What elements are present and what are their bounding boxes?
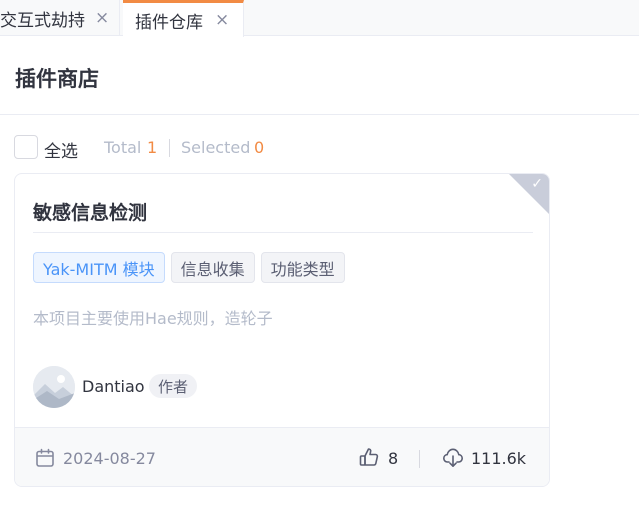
tab-bar: 交互式劫持 × 插件仓库 × xyxy=(0,0,639,37)
select-all-label[interactable]: 全选 xyxy=(44,137,78,162)
plugin-card[interactable]: ✓ 敏感信息检测 Yak-MITM 模块 信息收集 功能类型 本项目主要使用Ha… xyxy=(14,173,550,487)
publish-date: 2024-08-27 xyxy=(63,449,156,468)
close-icon[interactable]: × xyxy=(95,9,109,27)
check-icon[interactable]: ✓ xyxy=(531,177,543,191)
avatar-image xyxy=(33,366,75,408)
close-icon[interactable]: × xyxy=(215,11,229,29)
header-divider xyxy=(0,114,639,115)
total-label: Total xyxy=(104,138,142,157)
card-footer: 2024-08-27 8 111.6k xyxy=(15,427,549,486)
page-title: 插件商店 xyxy=(15,67,99,91)
card-divider xyxy=(33,232,533,233)
cloud-download-icon[interactable] xyxy=(442,446,464,468)
thumbs-up-icon[interactable] xyxy=(358,446,380,468)
tab-label: 交互式劫持 xyxy=(0,10,85,31)
tab-label: 插件仓库 xyxy=(135,12,203,33)
tag-info-collection: 信息收集 xyxy=(170,252,255,283)
tag-plugin-type: Yak-MITM 模块 xyxy=(33,252,165,283)
selected-label: Selected xyxy=(181,138,251,157)
plugin-title[interactable]: 敏感信息检测 xyxy=(33,198,147,225)
select-all-checkbox[interactable] xyxy=(14,135,38,159)
calendar-icon xyxy=(36,448,54,467)
download-count: 111.6k xyxy=(471,449,527,468)
selected-count: 0 xyxy=(254,138,265,157)
tab-plugin-repository[interactable]: 插件仓库 × xyxy=(123,0,244,37)
plugin-description: 本项目主要使用Hae规则，造轮子 xyxy=(33,309,273,328)
total-count: 1 xyxy=(147,138,158,157)
stats-divider xyxy=(169,139,170,157)
like-count: 8 xyxy=(388,449,399,468)
author-name[interactable]: Dantiao xyxy=(82,377,145,396)
author-badge: 作者 xyxy=(149,374,198,398)
tag-function-type: 功能类型 xyxy=(260,252,345,283)
tab-interactive-hijack[interactable]: 交互式劫持 × xyxy=(0,0,120,36)
card-select-corner[interactable] xyxy=(509,174,549,214)
footer-divider xyxy=(419,450,420,468)
avatar xyxy=(33,366,75,408)
plugin-tags: Yak-MITM 模块 信息收集 功能类型 xyxy=(33,252,345,283)
